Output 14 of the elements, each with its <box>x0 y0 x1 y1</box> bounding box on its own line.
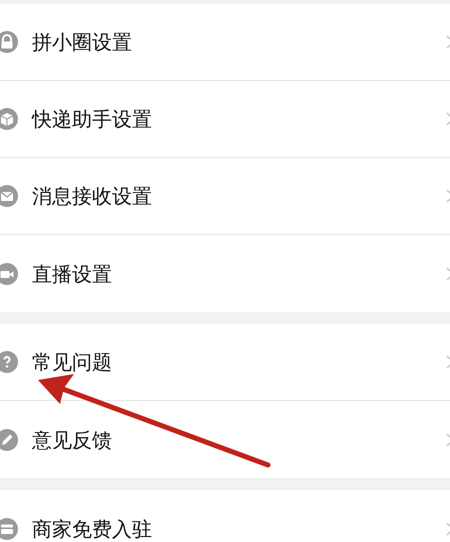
box-icon <box>0 108 18 130</box>
video-camera-icon <box>0 262 18 284</box>
shop-icon <box>0 518 18 540</box>
item-label: 直播设置 <box>32 264 112 284</box>
item-label: 消息接收设置 <box>32 186 152 206</box>
item-label: 意见反馈 <box>32 430 112 450</box>
item-label: 商家免费入驻 <box>32 518 152 538</box>
lock-icon <box>0 31 18 53</box>
item-label: 快递助手设置 <box>32 109 152 129</box>
item-label: 常见问题 <box>32 352 112 372</box>
envelope-icon <box>0 185 18 207</box>
question-icon <box>0 351 18 373</box>
item-label: 拼小圈设置 <box>32 32 132 52</box>
pencil-icon <box>0 428 18 450</box>
